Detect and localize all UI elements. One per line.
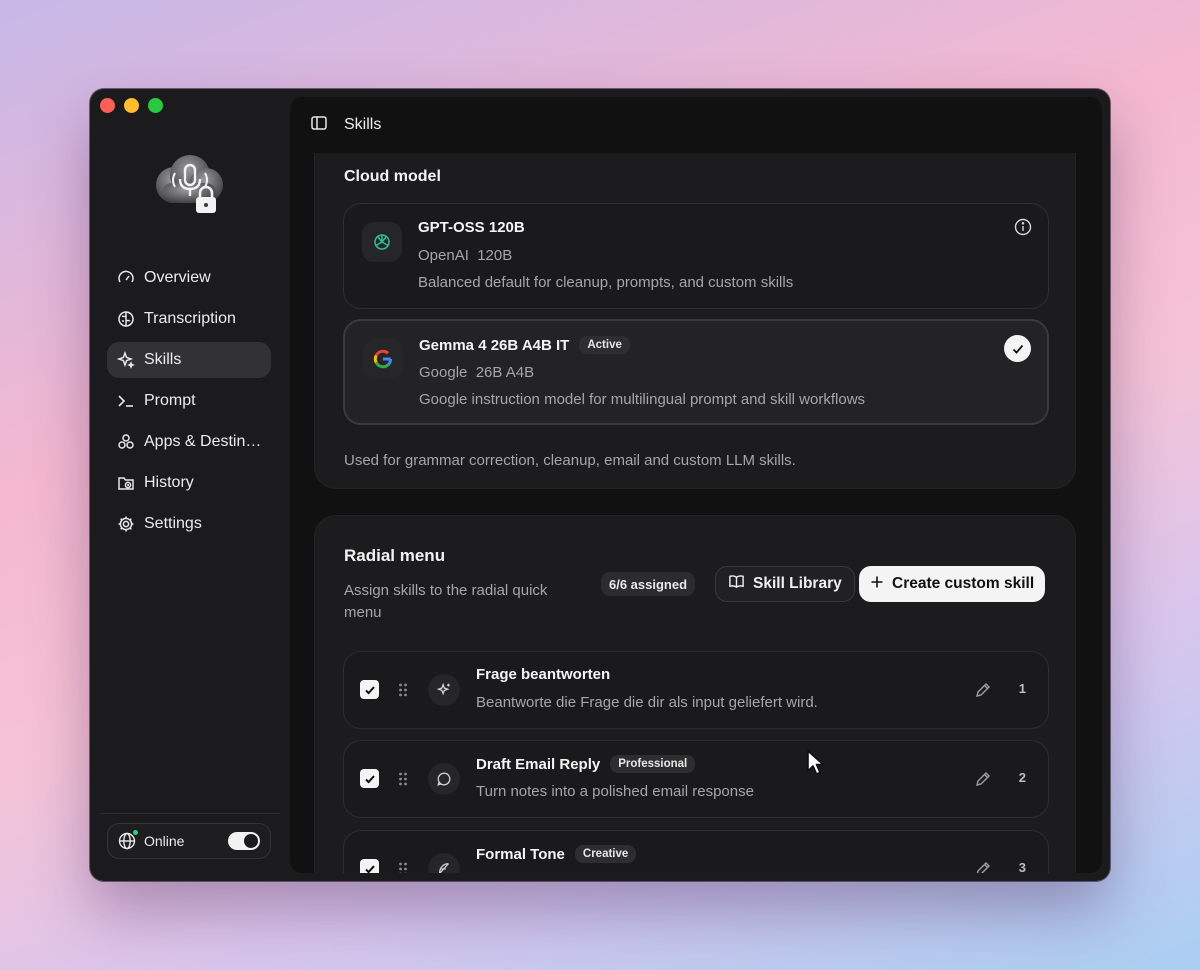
sidebar-item-transcription[interactable]: Transcription [107,301,271,337]
online-label: Online [144,833,185,849]
skill-description: Beantworte die Frage die dir als input g… [476,694,818,711]
edit-pencil-icon[interactable] [974,860,992,873]
sidebar-item-overview[interactable]: Overview [107,260,271,296]
brain-icon [117,310,135,328]
plus-icon [870,575,884,594]
sidebar-item-label: Apps & Destin… [144,433,262,450]
skill-description: Turn notes into a polished email respons… [476,783,754,800]
apps-icon [117,433,135,451]
sparkle-icon [117,351,135,369]
skill-checkbox[interactable] [360,769,379,788]
sidebar-divider [100,813,280,814]
gear-icon [117,515,135,533]
chat-bubble-icon [428,763,460,795]
selected-check-icon [1004,335,1031,362]
google-icon [363,339,403,379]
skill-checkbox[interactable] [360,859,379,873]
sparkle-icon [428,674,460,706]
model-name: Gemma 4 26B A4B IT Active [419,336,630,354]
sidebar-item-prompt[interactable]: Prompt [107,383,271,419]
sidebar-nav: Overview Transcription Skills Prompt App… [107,260,271,547]
cloud-model-card: Cloud model GPT-OSS 120B OpenAI 120B Bal… [314,153,1076,489]
skill-name: Formal Tone Creative [476,845,637,863]
sidebar-item-label: Settings [144,515,202,532]
sidebar-item-skills[interactable]: Skills [107,342,271,378]
feather-icon [428,853,460,873]
model-description: Google instruction model for multilingua… [419,391,866,408]
book-icon [728,573,745,595]
skill-slot-number: 1 [1018,681,1026,696]
model-option-gemma[interactable]: Gemma 4 26B A4B IT Active Google 26B A4B… [343,319,1049,425]
radial-menu-title: Radial menu [344,546,446,565]
sidebar-item-label: Prompt [144,392,196,409]
info-icon[interactable] [1014,218,1032,236]
terminal-icon [117,392,135,410]
sidebar-item-settings[interactable]: Settings [107,506,271,542]
drag-handle-icon[interactable] [398,861,408,873]
skill-library-button[interactable]: Skill Library [715,566,855,602]
cloud-model-title: Cloud model [344,168,441,185]
folder-clock-icon [117,474,135,492]
skill-checkbox[interactable] [360,680,379,699]
edit-pencil-icon[interactable] [974,681,992,699]
mic-cloud-lock-logo [150,149,228,221]
sidebar-toggle-icon[interactable] [310,114,328,137]
skill-tag-badge: Professional [610,755,696,773]
sidebar-item-apps[interactable]: Apps & Destin… [107,424,271,460]
drag-handle-icon[interactable] [398,771,408,787]
skill-row[interactable]: Formal Tone Creative 3 [343,830,1049,873]
sidebar: Overview Transcription Skills Prompt App… [90,89,290,881]
topbar: Skills [290,97,1102,153]
model-provider: Google 26B A4B [419,364,535,381]
openai-icon [362,222,402,262]
skill-row[interactable]: Draft Email Reply Professional Turn note… [343,740,1049,818]
radial-menu-description: Assign skills to the radial quick menu [344,582,548,621]
sidebar-item-label: Transcription [144,310,236,327]
sidebar-item-label: Overview [144,269,211,286]
drag-handle-icon[interactable] [398,682,408,698]
sidebar-item-label: History [144,474,194,491]
radial-menu-card: Radial menu Assign skills to the radial … [314,515,1076,873]
skill-slot-number: 2 [1018,770,1026,785]
mouse-cursor-icon [807,750,824,775]
create-custom-skill-button[interactable]: Create custom skill [859,566,1046,602]
app-window: Overview Transcription Skills Prompt App… [90,89,1110,881]
online-status[interactable]: Online [107,823,271,859]
online-toggle[interactable] [228,832,260,850]
skill-slot-number: 3 [1018,860,1026,873]
skill-tag-badge: Creative [574,845,637,863]
skill-name: Draft Email Reply Professional [476,755,696,773]
sidebar-item-history[interactable]: History [107,465,271,501]
assigned-count-badge: 6/6 assigned [601,572,696,596]
cloud-model-note: Used for grammar correction, cleanup, em… [344,452,796,469]
sidebar-item-label: Skills [144,351,182,368]
model-name: GPT-OSS 120B [418,219,525,236]
active-badge: Active [579,336,630,354]
globe-icon [118,829,139,850]
skill-name: Frage beantworten [476,666,611,683]
main-panel: Skills Cloud model GPT-OSS 120B OpenAI 1… [290,97,1102,873]
skill-row[interactable]: Frage beantworten Beantworte die Frage d… [343,651,1049,729]
skills-content[interactable]: Cloud model GPT-OSS 120B OpenAI 120B Bal… [290,153,1102,873]
edit-pencil-icon[interactable] [974,770,992,788]
gauge-icon [117,269,135,287]
model-provider: OpenAI 120B [418,247,513,264]
online-dot [132,829,139,836]
model-description: Balanced default for cleanup, prompts, a… [418,274,794,291]
model-option-gpt-oss[interactable]: GPT-OSS 120B OpenAI 120B Balanced defaul… [343,203,1049,309]
page-title: Skills [344,116,382,133]
